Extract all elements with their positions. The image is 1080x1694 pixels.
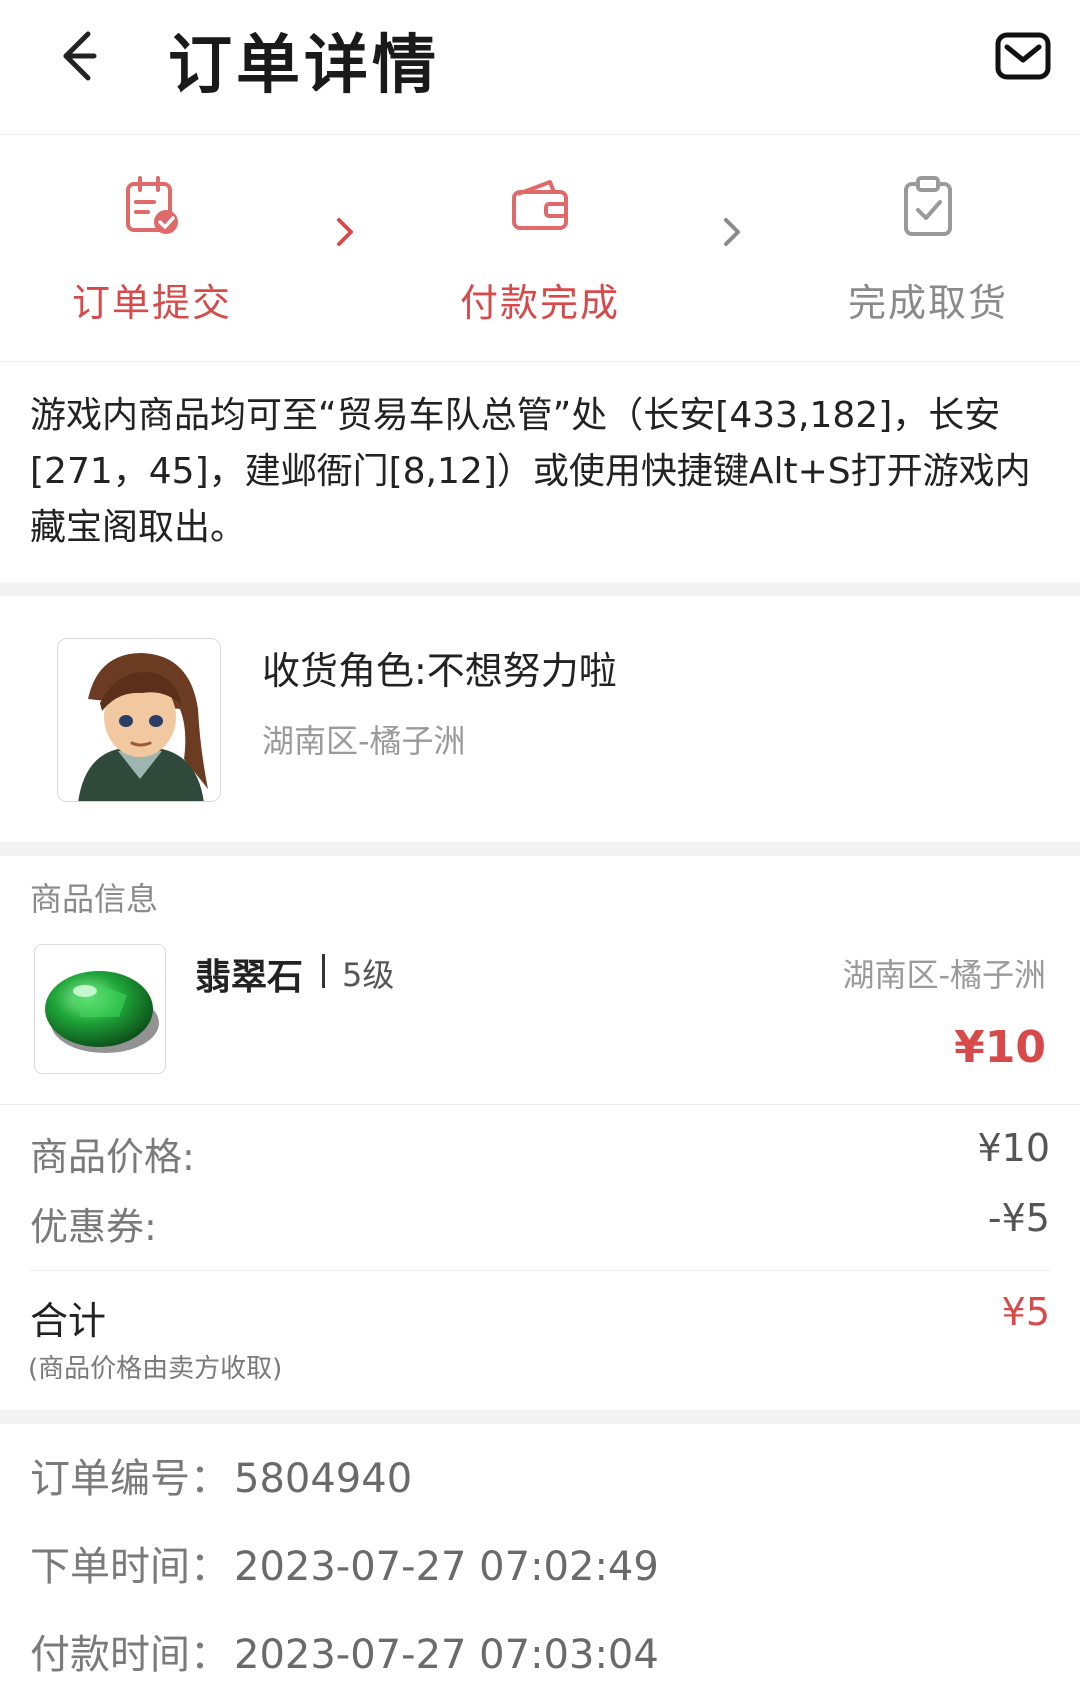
order-paid-label: 付款时间： [30,1632,230,1678]
step-payment-completed: 付款完成 [420,136,660,360]
mail-icon[interactable] [994,30,1052,82]
order-progress-steps: 订单提交 付款完成 完成取货 [0,136,1080,360]
order-paid-row: 付款时间： 2023-07-27 07:03:04 [30,1622,659,1680]
step-pickup-completed: 完成取货 [808,136,1048,360]
pickup-notice: 游戏内商品均可至“贸易车队总管”处（长安[433,182]，长安[271，45]… [30,395,1031,548]
goods-section-title: 商品信息 [30,880,159,918]
role-avatar [57,638,221,802]
divider [0,1104,1080,1105]
chevron-right-icon [331,212,361,252]
order-created-row: 下单时间： 2023-07-27 07:02:49 [30,1534,659,1592]
goods-level: 5级 [342,956,395,994]
order-number-row: 订单编号： 5804940 [30,1446,412,1504]
total-label: 合计 [30,1299,107,1343]
step-label: 付款完成 [459,281,620,325]
coupon-label: 优惠券: [30,1205,157,1249]
goods-image [34,944,166,1074]
total-value: ¥5 [1001,1290,1050,1334]
receiver-role-server: 湖南区-橘子洲 [262,722,466,760]
coupon-value: -¥5 [987,1196,1050,1240]
total-note: (商品价格由卖方收取) [28,1354,283,1384]
divider [0,361,1080,362]
back-arrow-icon[interactable] [48,22,108,92]
goods-price: ¥10 [954,1022,1046,1073]
order-created-value: 2023-07-27 07:02:49 [234,1544,659,1590]
order-created-label: 下单时间： [30,1544,230,1590]
order-paid-value: 2023-07-27 07:03:04 [234,1632,659,1678]
step-label: 订单提交 [71,281,232,325]
section-gap [0,1410,1080,1424]
goods-name: 翡翠石 [195,957,304,998]
top-bar: 订单详情 [0,0,1080,135]
order-detail-page: 订单详情 订单提交 付款完成 完成取货 游戏内商品均可至“贸易车队总管”处（长安… [0,0,1080,1694]
price-label: 商品价格: [30,1135,195,1179]
calendar-check-icon [122,174,182,240]
page-title: 订单详情 [168,29,440,103]
section-gap [0,842,1080,856]
order-number-value: 5804940 [234,1456,413,1502]
clipboard-check-icon [898,174,958,240]
step-label: 完成取货 [847,281,1008,325]
step-order-submitted: 订单提交 [32,136,272,360]
goods-server: 湖南区-橘子洲 [842,956,1046,994]
order-number-label: 订单编号： [30,1456,230,1502]
wallet-icon [510,174,570,240]
section-gap [0,582,1080,596]
goods-name-separator [322,954,325,988]
divider [30,1270,1050,1271]
chevron-right-icon [718,212,748,252]
receiver-role-name: 收货角色:不想努力啦 [262,649,617,693]
price-value: ¥10 [977,1126,1050,1170]
